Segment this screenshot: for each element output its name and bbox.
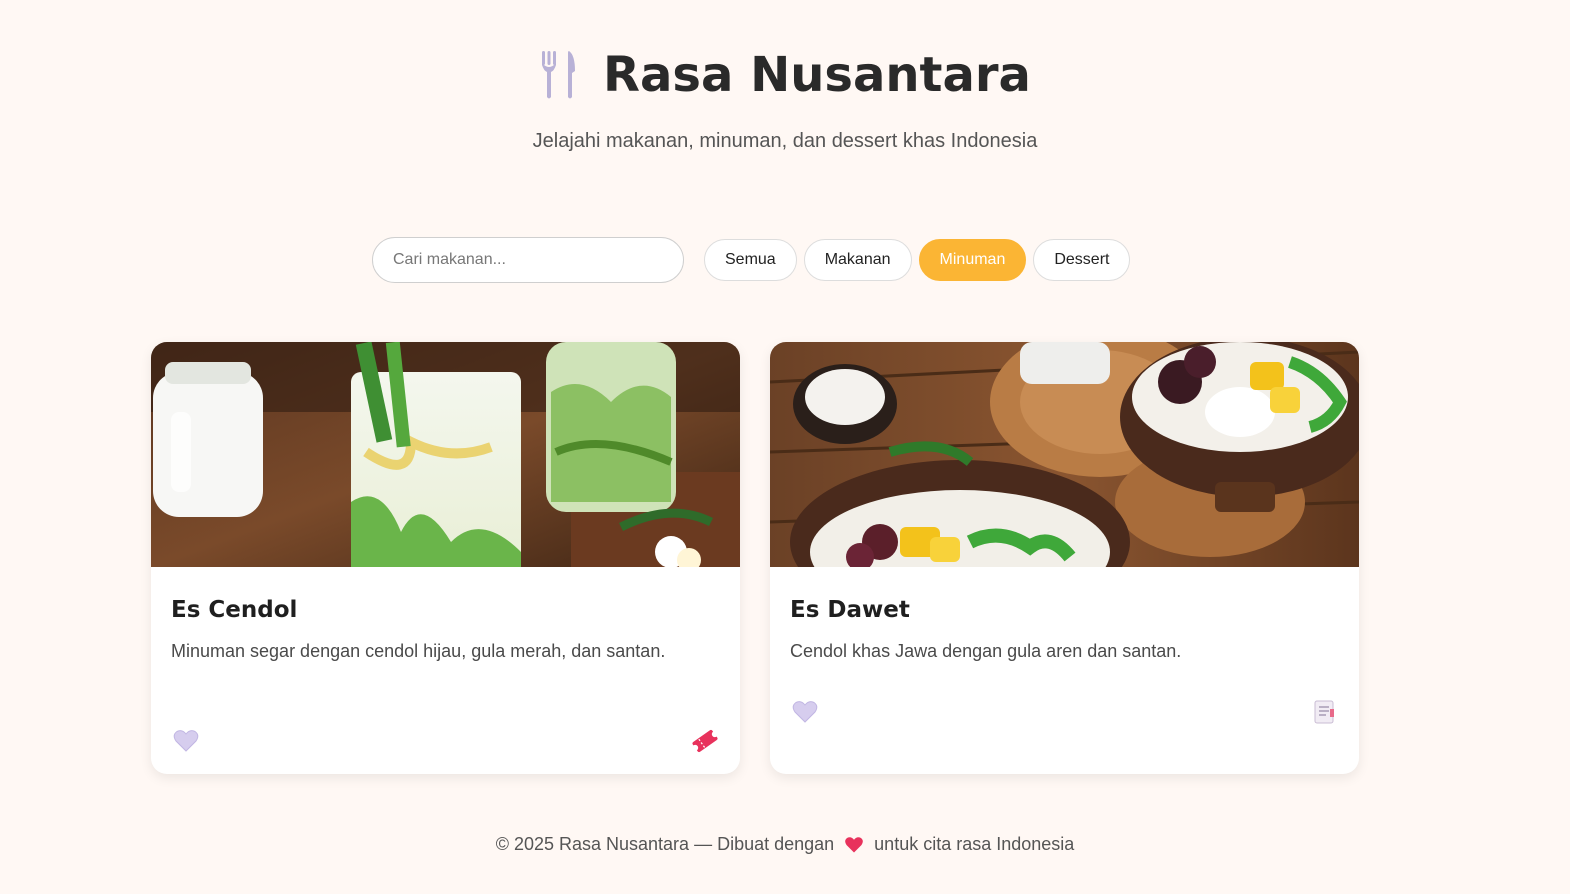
ticket-icon[interactable]: [690, 726, 720, 756]
card-title: Es Dawet: [790, 597, 910, 623]
page-footer: © 2025 Rasa Nusantara — Dibuat dengan un…: [0, 834, 1570, 855]
card-title: Es Cendol: [171, 597, 298, 623]
fork-knife-icon: [539, 49, 579, 101]
title-row: Rasa Nusantara: [0, 40, 1570, 110]
footer-prefix: © 2025 Rasa Nusantara — Dibuat dengan: [495, 834, 835, 854]
heart-icon[interactable]: [171, 726, 201, 756]
search-input[interactable]: [372, 237, 684, 283]
es-cendol-image: [151, 342, 740, 567]
card-grid: Es Cendol Minuman segar dengan cendol hi…: [151, 342, 1359, 774]
filter-group: Semua Makanan Minuman Dessert: [704, 239, 1131, 281]
page-header: Rasa Nusantara Jelajahi makanan, minuman…: [0, 40, 1570, 153]
filter-dessert-button[interactable]: Dessert: [1033, 239, 1131, 281]
es-dawet-image: [770, 342, 1359, 567]
card-description: Cendol khas Jawa dengan gula aren dan sa…: [790, 641, 1182, 661]
filter-semua-button[interactable]: Semua: [704, 239, 797, 281]
food-card[interactable]: Es Cendol Minuman segar dengan cendol hi…: [151, 342, 740, 774]
filter-makanan-button[interactable]: Makanan: [803, 239, 912, 281]
controls-bar: Semua Makanan Minuman Dessert: [372, 237, 1131, 283]
card-body: Es Dawet Cendol khas Jawa dengan gula ar…: [770, 567, 1359, 666]
heart-icon[interactable]: [790, 697, 820, 727]
heart-icon: [840, 836, 868, 854]
filter-minuman-button[interactable]: Minuman: [918, 239, 1027, 281]
footer-suffix: untuk cita rasa Indonesia: [874, 834, 1075, 854]
page-subtitle: Jelajahi makanan, minuman, dan dessert k…: [532, 130, 1038, 152]
food-card[interactable]: Es Dawet Cendol khas Jawa dengan gula ar…: [770, 342, 1359, 774]
card-description: Minuman segar dengan cendol hijau, gula …: [171, 641, 666, 661]
app-title: Rasa Nusantara: [603, 47, 1031, 103]
card-actions: [171, 726, 720, 756]
notepad-icon[interactable]: [1309, 697, 1339, 727]
card-body: Es Cendol Minuman segar dengan cendol hi…: [151, 567, 740, 666]
card-actions: [790, 697, 1339, 727]
